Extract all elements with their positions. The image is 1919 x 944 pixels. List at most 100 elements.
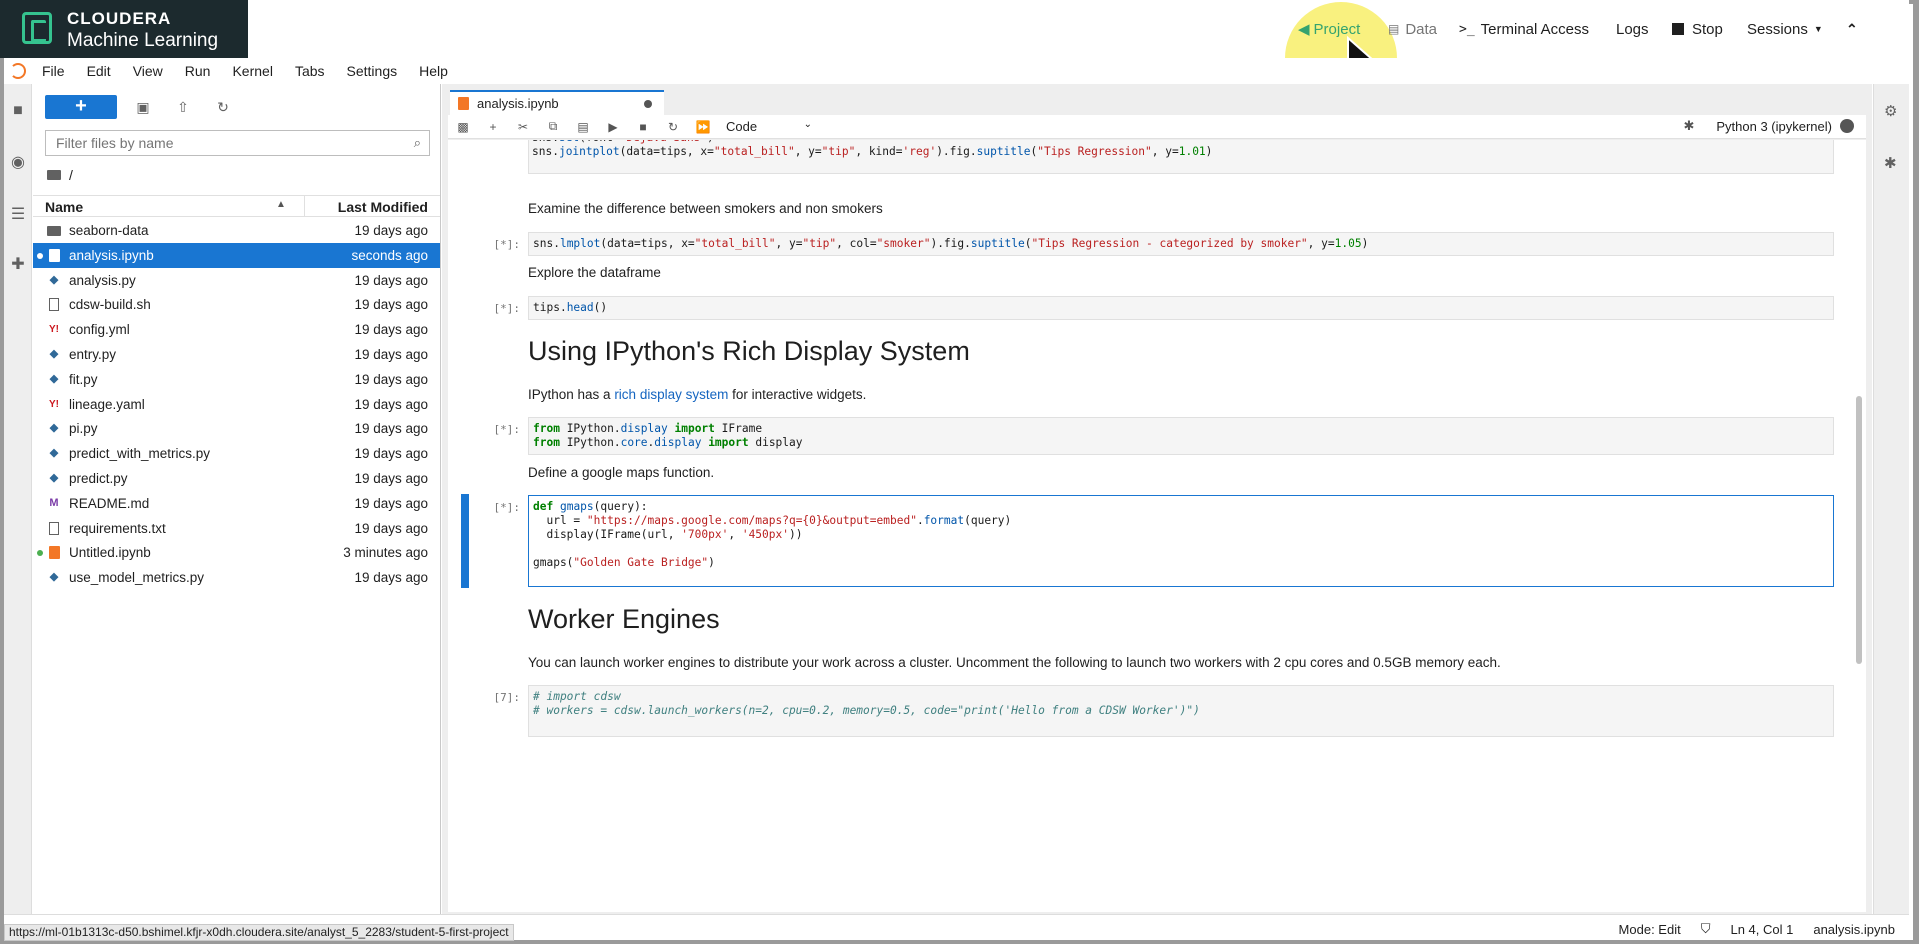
menu-help[interactable]: Help xyxy=(419,63,448,79)
file-row[interactable]: ◆ pi.py 19 days ago xyxy=(33,416,440,441)
notebook-scrollbar[interactable] xyxy=(1856,396,1862,664)
file-list: seaborn-data 19 days ago analysis.ipynb sec… xyxy=(33,218,440,590)
column-modified-header[interactable]: Last Modified xyxy=(338,199,428,215)
folder-icon[interactable]: ■ xyxy=(9,102,27,120)
extensions-icon[interactable]: ✚ xyxy=(9,256,27,274)
notebook-icon xyxy=(49,546,60,560)
brand-name: CLOUDERA xyxy=(67,9,172,28)
file-modified: seconds ago xyxy=(351,247,428,263)
menu-run[interactable]: Run xyxy=(185,63,211,79)
unsaved-indicator-icon[interactable] xyxy=(644,100,652,108)
file-name: predict_with_metrics.py xyxy=(69,446,211,462)
menu-tabs[interactable]: Tabs xyxy=(295,63,325,79)
interrupt-icon[interactable]: ■ xyxy=(628,120,658,134)
debugger-icon[interactable]: ✱ xyxy=(1884,154,1897,172)
file-row[interactable]: analysis.ipynb seconds ago xyxy=(33,242,440,268)
database-icon: ▤ xyxy=(1388,22,1400,36)
file-row[interactable]: ◆ predict_with_metrics.py 19 days ago xyxy=(33,441,440,466)
chevron-down-icon: ⌄ xyxy=(803,119,812,130)
notebook-icon xyxy=(49,248,60,262)
tab-analysis-ipynb[interactable]: analysis.ipynb xyxy=(450,90,664,115)
file-row[interactable]: ◆ entry.py 19 days ago xyxy=(33,342,440,367)
file-row[interactable]: seaborn-data 19 days ago xyxy=(33,218,440,243)
property-inspector-icon[interactable]: ⚙ xyxy=(1884,102,1897,120)
markdown-cell: Define a google maps function. xyxy=(528,465,715,480)
stop-button[interactable]: Stop xyxy=(1672,0,1723,58)
file-name: predict.py xyxy=(69,470,128,486)
heading-rich-display: Using IPython's Rich Display System xyxy=(528,336,970,366)
menu-kernel[interactable]: Kernel xyxy=(232,63,272,79)
kernel-status[interactable]: ✱ Python 3 (ipykernel) xyxy=(1683,118,1854,134)
nav-logs[interactable]: Logs xyxy=(1616,0,1649,58)
file-modified: 19 days ago xyxy=(354,446,428,462)
sessions-dropdown[interactable]: Sessions ▼ xyxy=(1747,0,1823,58)
column-name-header[interactable]: Name xyxy=(45,199,83,215)
kernel-busy-indicator-icon xyxy=(1840,119,1854,133)
run-all-icon[interactable]: ⏩ xyxy=(688,120,718,134)
paste-icon[interactable]: ▤ xyxy=(568,120,598,134)
breadcrumb[interactable]: / xyxy=(47,167,73,183)
cell-prompt: [*]: xyxy=(493,238,521,251)
code-cell[interactable]: sns.set(font="DejaVu Sans") sns.jointplo… xyxy=(528,140,1834,174)
menu-settings[interactable]: Settings xyxy=(347,63,398,79)
nav-data[interactable]: ▤ Data xyxy=(1388,0,1437,58)
file-row[interactable]: Y! config.yml 19 days ago xyxy=(33,317,440,342)
cml-header: CLOUDERA Machine Learning ◀ Project ▤ Da… xyxy=(0,0,1909,114)
rich-display-link[interactable]: rich display system xyxy=(614,387,728,402)
code-cell[interactable]: sns.lmplot(data=tips, x="total_bill", y=… xyxy=(528,232,1834,256)
sort-ascending-icon: ▲ xyxy=(276,199,286,210)
menu-edit[interactable]: Edit xyxy=(87,63,111,79)
filter-files-input[interactable]: Filter files by name ⌕ xyxy=(45,130,430,156)
run-icon[interactable]: ▶ xyxy=(598,120,628,134)
markdown-cell: IPython has a rich display system for in… xyxy=(528,387,867,402)
copy-icon[interactable]: ⧉ xyxy=(538,119,568,134)
upload-icon[interactable]: ⇧ xyxy=(169,99,197,116)
file-row[interactable]: M README.md 19 days ago xyxy=(33,491,440,516)
file-row[interactable]: ◆ fit.py 19 days ago xyxy=(33,367,440,392)
file-name: seaborn-data xyxy=(69,223,149,238)
new-launcher-button[interactable]: + xyxy=(45,95,117,119)
file-row[interactable]: Y! lineage.yaml 19 days ago xyxy=(33,392,440,417)
new-folder-icon[interactable]: ▣ xyxy=(129,99,157,116)
main-area: analysis.ipynb ▩ + ✂ ⧉ ▤ ▶ ■ ↻ ⏩ Code ⌄ … xyxy=(442,84,1872,914)
file-row[interactable]: cdsw-build.sh 19 days ago xyxy=(33,292,440,317)
code-cell[interactable]: from IPython.display import IFrame from … xyxy=(528,417,1834,455)
python-icon: ◆ xyxy=(49,372,59,385)
markdown-cell: You can launch worker engines to distrib… xyxy=(528,655,1501,670)
code-cell[interactable]: # import cdsw # workers = cdsw.launch_wo… xyxy=(528,685,1834,737)
refresh-icon[interactable]: ↻ xyxy=(209,99,237,116)
menu-view[interactable]: View xyxy=(133,63,163,79)
cursor-position[interactable]: Ln 4, Col 1 xyxy=(1730,922,1793,937)
cell-type-select[interactable]: Code ⌄ xyxy=(726,119,812,134)
running-sessions-icon[interactable]: ◉ xyxy=(9,154,27,172)
file-row[interactable]: ◆ use_model_metrics.py 19 days ago xyxy=(33,565,440,590)
yaml-icon: Y! xyxy=(49,398,59,410)
table-of-contents-icon[interactable]: ☰ xyxy=(9,206,27,224)
collapse-header-button[interactable]: ⌃ xyxy=(1846,0,1858,58)
file-row[interactable]: ◆ analysis.py 19 days ago xyxy=(33,268,440,293)
cloudera-logo[interactable]: CLOUDERA Machine Learning xyxy=(0,0,248,58)
restart-icon[interactable]: ↻ xyxy=(658,120,688,134)
file-icon xyxy=(49,298,59,312)
file-row[interactable]: Untitled.ipynb 3 minutes ago xyxy=(33,540,440,565)
code-cell[interactable]: tips.head() xyxy=(528,296,1834,320)
file-name: Untitled.ipynb xyxy=(69,545,151,561)
trusted-shield-icon[interactable]: ⛉ xyxy=(1701,921,1711,937)
code-cell-active[interactable]: def gmaps(query): url = "https://maps.go… xyxy=(528,495,1834,587)
menu-file[interactable]: File xyxy=(42,63,65,79)
left-activity-bar: ■ ◉ ☰ ✚ xyxy=(4,84,32,914)
file-name: use_model_metrics.py xyxy=(69,570,205,586)
file-row[interactable]: ◆ predict.py 19 days ago xyxy=(33,466,440,491)
file-row[interactable]: requirements.txt 19 days ago xyxy=(33,516,440,541)
nav-terminal-access[interactable]: >_ Terminal Access xyxy=(1459,0,1589,58)
insert-cell-icon[interactable]: + xyxy=(478,120,508,134)
file-icon xyxy=(49,521,59,535)
python-icon: ◆ xyxy=(49,471,59,484)
save-icon[interactable]: ▩ xyxy=(448,120,478,134)
editor-mode[interactable]: Mode: Edit xyxy=(1619,922,1681,937)
debugger-icon[interactable]: ✱ xyxy=(1683,118,1694,134)
file-modified: 19 days ago xyxy=(354,570,428,586)
file-name: analysis.ipynb xyxy=(69,247,154,263)
cut-icon[interactable]: ✂ xyxy=(508,120,538,134)
notebook-toolbar: ▩ + ✂ ⧉ ▤ ▶ ■ ↻ ⏩ Code ⌄ ✱ Python 3 (ipy… xyxy=(448,115,1866,139)
